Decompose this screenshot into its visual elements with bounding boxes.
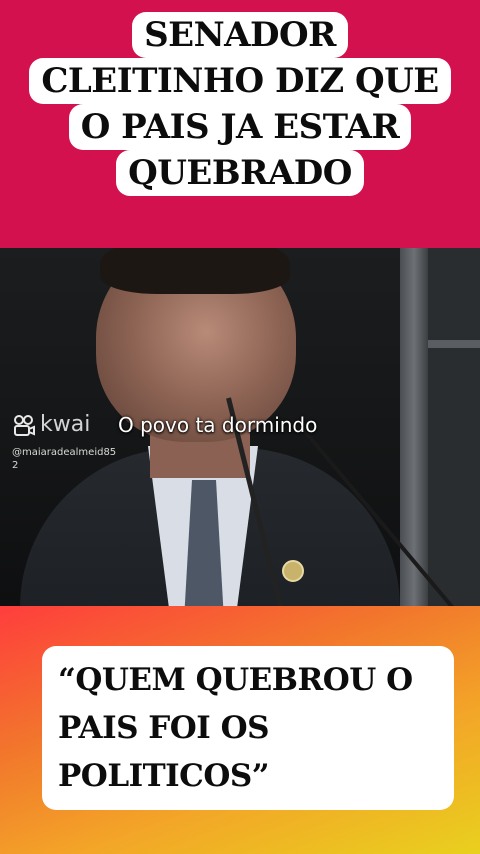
headline-line-1: SENADOR: [132, 12, 348, 58]
video-background-bar: [428, 340, 480, 348]
headline-line-4: QUEBRADO: [116, 150, 364, 196]
kwai-brand-text: kwai: [40, 412, 91, 437]
lapel-pin: [282, 560, 304, 582]
top-banner: SENADOR CLEITINHO DIZ QUE O PAIS JA ESTA…: [0, 0, 480, 248]
headline-line-3: O PAIS JA ESTAR: [68, 104, 412, 150]
kwai-logo-icon: [14, 414, 35, 436]
kwai-username: @maiaradealmeid852: [12, 447, 117, 471]
quote-line-3: POLITICOS”: [58, 758, 270, 794]
quote-line-1: “QUEM QUEBROU O: [58, 662, 413, 698]
kwai-watermark: kwai: [12, 412, 90, 437]
headline: SENADOR CLEITINHO DIZ QUE O PAIS JA ESTA…: [18, 12, 462, 196]
quote-box: “QUEM QUEBROU O PAIS FOI OS POLITICOS”: [42, 646, 454, 810]
quote-line-2: PAIS FOI OS: [58, 710, 270, 746]
video-subtitle: O povo ta dormindo: [118, 413, 318, 437]
headline-line-2: CLEITINHO DIZ QUE: [29, 58, 451, 104]
video-frame[interactable]: kwai @maiaradealmeid852 O povo ta dormin…: [0, 248, 480, 606]
speaker-hair: [100, 248, 290, 294]
